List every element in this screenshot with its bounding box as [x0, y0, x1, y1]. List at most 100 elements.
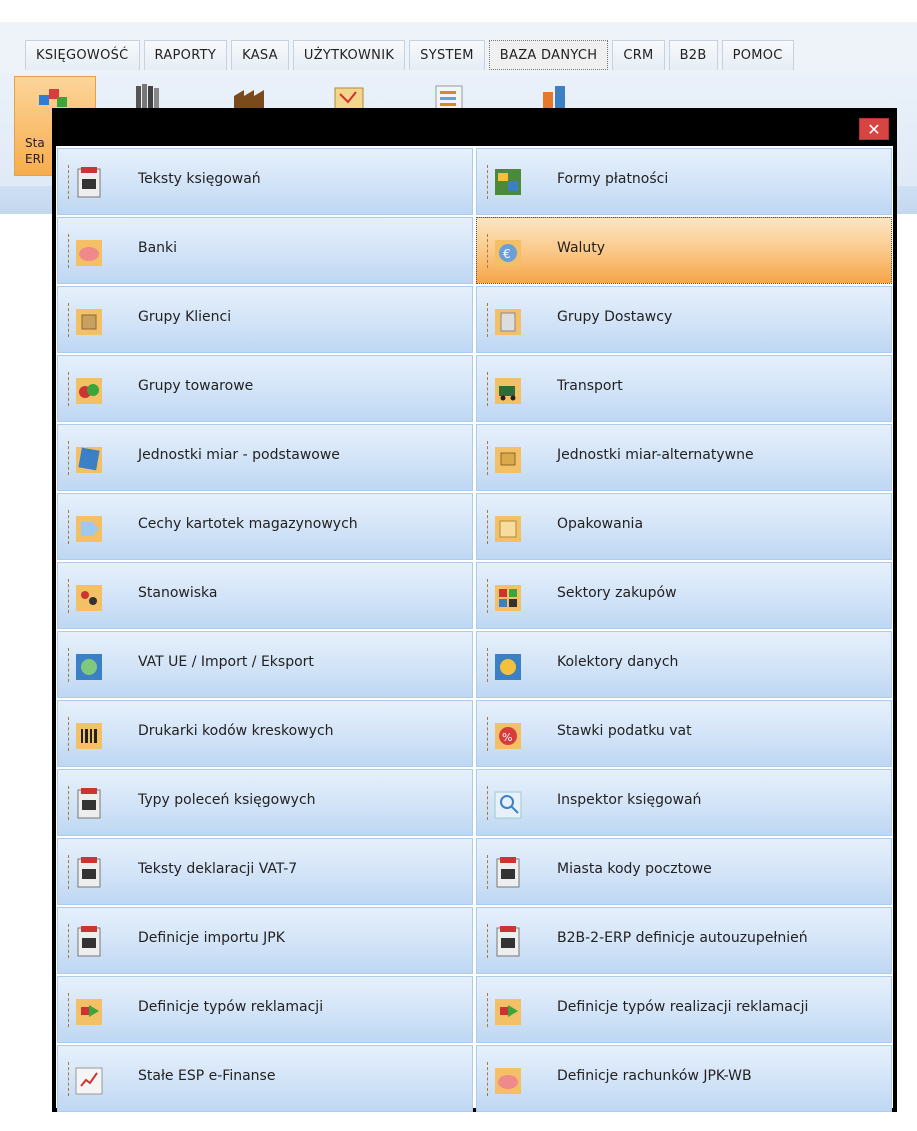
binder-spine [68, 924, 71, 958]
currency-icon: € [495, 240, 521, 266]
list-item-label: Definicje rachunków JPK-WB [557, 1068, 752, 1084]
list-item-label: B2B-2-ERP definicje autouzupełnień [557, 930, 808, 946]
list-item-label: Typy poleceń księgowych [138, 792, 316, 808]
list-item[interactable]: Cechy kartotek magazynowych [57, 493, 473, 560]
list-item-label: VAT UE / Import / Eksport [138, 654, 314, 670]
document-icon [496, 857, 520, 888]
dialog-item-grid: Teksty księgowań Formy płatności Banki € Wal… [56, 146, 893, 1112]
list-item[interactable]: Jednostki miar - podstawowe [57, 424, 473, 491]
list-item-label: Definicje typów realizacji reklamacji [557, 999, 809, 1015]
dialog-titlebar: ✕ [54, 110, 895, 144]
list-item[interactable]: Transport [476, 355, 892, 422]
list-item-label: Stanowiska [138, 585, 218, 601]
svg-text:€: € [503, 247, 511, 261]
complaint-types-icon [495, 999, 521, 1025]
list-item[interactable]: % Stawki podatku vat [476, 700, 892, 767]
complaint-types-icon [76, 999, 102, 1025]
binder-spine [68, 993, 71, 1027]
list-item-label: Sektory zakupów [557, 585, 677, 601]
document-icon [77, 857, 101, 888]
list-item[interactable]: Stałe ESP e-Finanse [57, 1045, 473, 1112]
supplier-groups-icon [495, 309, 521, 335]
list-item[interactable]: Grupy Dostawcy [476, 286, 892, 353]
binder-spine [68, 303, 71, 337]
binder-spine [487, 855, 490, 889]
list-item[interactable]: Typy poleceń księgowych [57, 769, 473, 836]
ribbon-label-line2: ERI [25, 152, 45, 166]
list-item-label: Teksty księgowań [138, 171, 261, 187]
binder-spine [487, 924, 490, 958]
list-item[interactable]: Kolektory danych [476, 631, 892, 698]
list-item-label: Stawki podatku vat [557, 723, 692, 739]
list-item[interactable]: Inspektor księgowań [476, 769, 892, 836]
binder-spine [68, 579, 71, 613]
list-item[interactable]: Definicje typów reklamacji [57, 976, 473, 1043]
list-item-label: Grupy Dostawcy [557, 309, 673, 325]
list-item[interactable]: Teksty deklaracji VAT-7 [57, 838, 473, 905]
list-item-label: Stałe ESP e-Finanse [138, 1068, 276, 1084]
svg-text:%: % [502, 731, 512, 744]
tab-raporty[interactable]: RAPORTY [143, 40, 228, 70]
binder-spine [68, 441, 71, 475]
tab-pomoc[interactable]: POMOC [721, 40, 794, 70]
list-item[interactable]: B2B-2-ERP definicje autouzupełnień [476, 907, 892, 974]
list-item[interactable]: VAT UE / Import / Eksport [57, 631, 473, 698]
list-item-label: Transport [557, 378, 623, 394]
binder-spine [487, 648, 490, 682]
binder-spine [487, 234, 490, 268]
list-item-label: Kolektory danych [557, 654, 679, 670]
close-button[interactable]: ✕ [859, 118, 889, 140]
binder-spine [68, 648, 71, 682]
binder-spine [68, 234, 71, 268]
list-item-label: Cechy kartotek magazynowych [138, 516, 358, 532]
list-item[interactable]: Teksty księgowań [57, 148, 473, 215]
list-item[interactable]: Formy płatności [476, 148, 892, 215]
list-item[interactable]: Definicje typów realizacji reklamacji [476, 976, 892, 1043]
tab-uzytkownik[interactable]: UŻYTKOWNIK [292, 40, 406, 70]
list-item[interactable]: Definicje importu JPK [57, 907, 473, 974]
tab-ksiegowosc[interactable]: KSIĘGOWOŚĆ [25, 40, 140, 70]
purchase-sectors-icon [495, 585, 521, 611]
binder-spine [68, 1062, 71, 1096]
tag-icon [76, 516, 102, 542]
list-item[interactable]: Jednostki miar-alternatywne [476, 424, 892, 491]
binder-spine [487, 1062, 490, 1096]
list-item[interactable]: Grupy towarowe [57, 355, 473, 422]
binder-spine [487, 372, 490, 406]
binder-spine [487, 165, 490, 199]
list-item[interactable]: Definicje rachunków JPK-WB [476, 1045, 892, 1112]
binder-spine [487, 303, 490, 337]
list-item[interactable]: Stanowiska [57, 562, 473, 629]
list-item[interactable]: Sektory zakupów [476, 562, 892, 629]
document-icon [77, 167, 101, 198]
list-item-label: Banki [138, 240, 178, 256]
payment-forms-icon [495, 169, 521, 195]
truck-icon [495, 378, 521, 404]
list-item-label: Definicje typów reklamacji [138, 999, 324, 1015]
globe-icon [76, 654, 102, 680]
tab-system[interactable]: SYSTEM [409, 40, 485, 70]
document-icon [77, 788, 101, 819]
list-item[interactable]: Opakowania [476, 493, 892, 560]
list-item[interactable]: Banki [57, 217, 473, 284]
tab-crm[interactable]: CRM [612, 40, 665, 70]
piggy-bank-icon [76, 240, 102, 266]
binder-spine [68, 717, 71, 751]
tab-baza-danych[interactable]: BAZA DANYCH [488, 40, 609, 70]
menu-bar: KSIĘGOWOŚĆ RAPORTY KASA UŻYTKOWNIK SYSTE… [0, 22, 917, 74]
list-item[interactable]: Miasta kody pocztowe [476, 838, 892, 905]
database-dialog: ✕ Teksty księgowań Formy płatności Banki € W… [52, 108, 897, 1112]
inspector-icon [494, 791, 522, 819]
list-item-label: Definicje importu JPK [138, 930, 285, 946]
tab-b2b[interactable]: B2B [668, 40, 718, 70]
units-basic-icon [76, 447, 102, 473]
list-item[interactable]: Grupy Klienci [57, 286, 473, 353]
binder-spine [68, 372, 71, 406]
product-groups-icon [76, 378, 102, 404]
menu-tabs: KSIĘGOWOŚĆ RAPORTY KASA UŻYTKOWNIK SYSTE… [25, 40, 798, 70]
client-groups-icon [76, 309, 102, 335]
list-item[interactable]: Drukarki kodów kreskowych [57, 700, 473, 767]
tab-kasa[interactable]: KASA [231, 40, 289, 70]
list-item[interactable]: € Waluty [476, 217, 892, 284]
binder-spine [487, 441, 490, 475]
